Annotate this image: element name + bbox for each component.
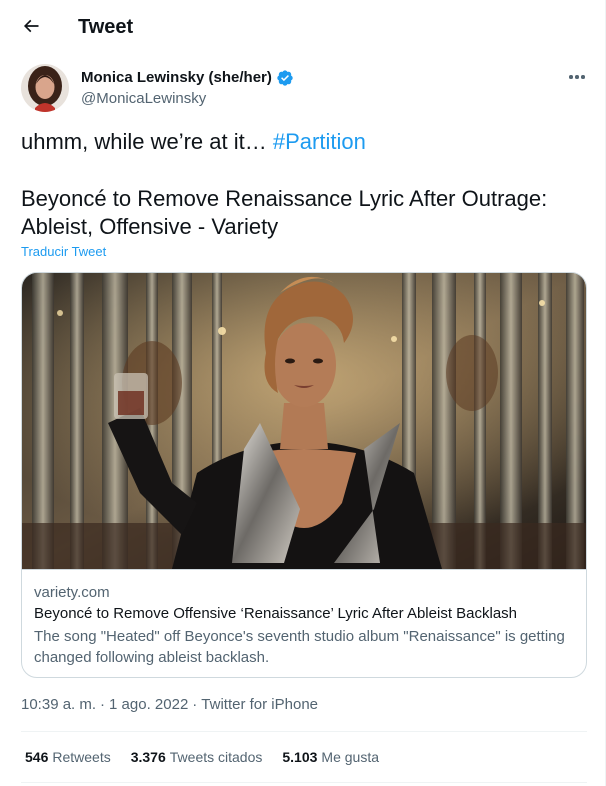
divider bbox=[21, 782, 587, 783]
retweets-count: 546 bbox=[25, 749, 49, 765]
avatar-image bbox=[21, 64, 69, 112]
tweet-page: Tweet Monica Lewinsky (she/her) @MonicaL… bbox=[0, 0, 606, 786]
tweet-time[interactable]: 10:39 a. m. bbox=[21, 695, 96, 714]
arrow-left-icon bbox=[23, 19, 39, 33]
verified-badge-icon bbox=[277, 69, 293, 86]
meta-separator: · bbox=[192, 696, 198, 713]
author-handle[interactable]: @MonicaLewinsky bbox=[81, 89, 206, 108]
retweets-label: Retweets bbox=[52, 749, 111, 765]
more-dot-icon bbox=[575, 75, 579, 79]
tweet-stats: 546 Retweets 3.376 Tweets citados 5.103 … bbox=[25, 748, 379, 766]
tweet-date[interactable]: 1 ago. 2022 bbox=[109, 695, 188, 714]
quote-tweets-count: 3.376 bbox=[130, 749, 166, 765]
avatar[interactable] bbox=[21, 64, 69, 112]
card-divider bbox=[22, 569, 586, 570]
more-dot-icon bbox=[569, 75, 573, 79]
author-name-row: Monica Lewinsky (she/her) bbox=[81, 68, 294, 87]
meta-separator: · bbox=[100, 696, 106, 713]
likes-count: 5.103 bbox=[282, 749, 318, 765]
back-button[interactable] bbox=[14, 9, 48, 43]
translate-tweet-link[interactable]: Traducir Tweet bbox=[21, 244, 106, 260]
page-title: Tweet bbox=[78, 16, 134, 38]
quote-tweets-label: Tweets citados bbox=[169, 749, 263, 765]
tweet-meta: 10:39 a. m. · 1 ago. 2022 · Twitter for … bbox=[21, 695, 318, 714]
likes-stat[interactable]: 5.103 Me gusta bbox=[282, 748, 379, 766]
retweets-stat[interactable]: 546 Retweets bbox=[25, 748, 111, 766]
hashtag-link[interactable]: #Partition bbox=[273, 129, 366, 154]
divider bbox=[21, 731, 587, 732]
quote-tweets-stat[interactable]: 3.376 Tweets citados bbox=[131, 748, 263, 766]
tweet-headline-text: Beyoncé to Remove Renaissance Lyric Afte… bbox=[21, 186, 548, 239]
card-domain: variety.com bbox=[34, 584, 110, 601]
tweet-body-text: uhmm, while we’re at it… bbox=[21, 129, 267, 154]
tweet-source[interactable]: Twitter for iPhone bbox=[201, 695, 318, 714]
card-title: Beyoncé to Remove Offensive ‘Renaissance… bbox=[34, 605, 518, 622]
card-photo bbox=[22, 273, 586, 569]
more-options-button[interactable] bbox=[562, 64, 592, 90]
card-image bbox=[22, 273, 586, 569]
page-header: Tweet bbox=[0, 0, 606, 53]
more-dot-icon bbox=[581, 75, 585, 79]
card-description: The song "Heated" off Beyonce's seventh … bbox=[34, 628, 565, 666]
tweet-text: uhmm, while we’re at it… #Partition bbox=[21, 128, 581, 156]
likes-label: Me gusta bbox=[321, 749, 380, 765]
author-name[interactable]: Monica Lewinsky (she/her) bbox=[81, 68, 272, 87]
link-card[interactable]: variety.com Beyoncé to Remove Offensive … bbox=[21, 272, 587, 678]
